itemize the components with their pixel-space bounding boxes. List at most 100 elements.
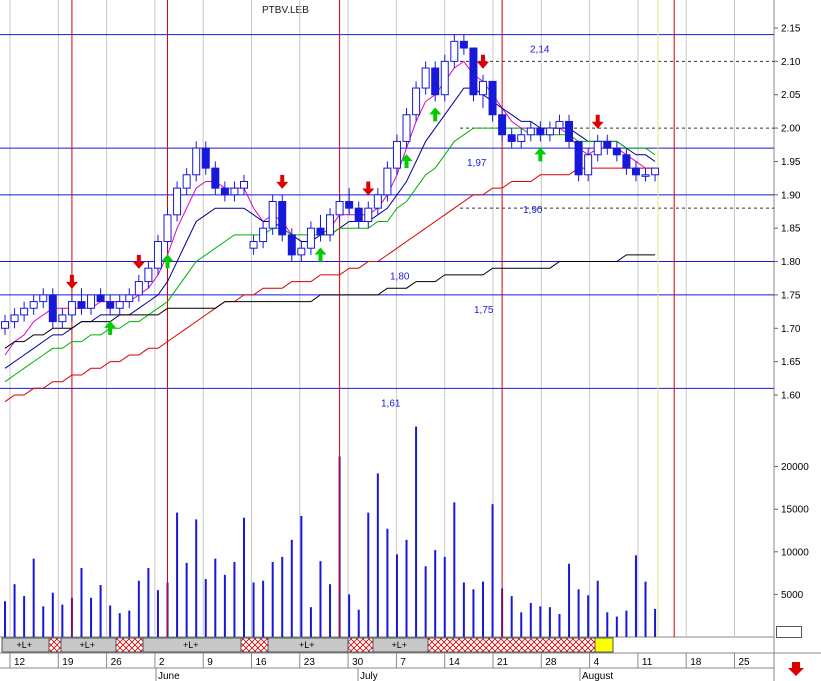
sell-arrow-shape <box>276 174 289 189</box>
month-label: July <box>360 671 378 681</box>
signal-verticals <box>71 0 675 637</box>
level-label: 1,61 <box>381 398 401 409</box>
sell-arrow-icon <box>362 181 375 196</box>
level-label: 2,14 <box>530 45 550 56</box>
strip-segment <box>240 637 269 653</box>
strip-segment <box>115 637 144 653</box>
month-label: June <box>158 671 180 681</box>
candle-body <box>392 140 401 169</box>
candle-body <box>87 294 96 309</box>
date-tick-label: 28 <box>545 657 557 668</box>
candle-body <box>201 147 210 169</box>
candle-body <box>192 147 201 176</box>
candle-body <box>545 127 554 136</box>
price-tick-label: 1.60 <box>781 391 801 402</box>
candle-body <box>469 47 478 96</box>
candle-body <box>20 307 29 316</box>
candle-body <box>574 140 583 176</box>
candle-body <box>326 214 335 236</box>
sell-arrow-shape <box>362 181 375 196</box>
candle-body <box>134 281 143 296</box>
date-tick-label: 16 <box>256 657 268 668</box>
candle-body <box>421 67 430 89</box>
candle-body <box>96 294 105 303</box>
candle-body <box>106 301 115 309</box>
candle-body <box>402 114 411 142</box>
chart-title: PTBV.LEB <box>262 5 309 16</box>
volume-tick-label: 20000 <box>781 462 809 473</box>
price-tick-label: 1.95 <box>781 157 801 168</box>
price-tick-label: 2.10 <box>781 57 801 68</box>
candle-body <box>459 40 468 49</box>
candle-body <box>488 80 497 116</box>
level-label: 1,80 <box>390 272 410 283</box>
price-tick-label: 2.00 <box>781 124 801 135</box>
candle-body <box>58 314 67 323</box>
candle-body <box>39 294 48 303</box>
candle-body <box>354 207 363 223</box>
price-tick-label: 1.65 <box>781 357 801 368</box>
candle-body <box>373 194 382 209</box>
volume-bars <box>4 426 657 637</box>
strip-label: +L+ <box>80 640 96 650</box>
date-tick-label: 14 <box>449 657 461 668</box>
sell-arrow-icon <box>276 174 289 189</box>
candle-body <box>383 167 392 196</box>
date-tick-label: 7 <box>400 657 406 668</box>
candle-body <box>77 301 86 309</box>
candle-body <box>125 294 134 303</box>
buy-arrow-shape <box>429 107 442 122</box>
candle-body <box>498 114 507 136</box>
strip-segment <box>427 637 596 653</box>
corner-box <box>776 626 802 638</box>
price-tick-label: 1.70 <box>781 324 801 335</box>
candle-body <box>163 214 172 243</box>
date-tick-label: 21 <box>497 657 509 668</box>
candle-body <box>48 294 57 323</box>
sell-arrow-shape <box>65 274 78 289</box>
candle-body <box>278 200 287 236</box>
candle-body <box>249 241 258 249</box>
price-tick-label: 1.80 <box>781 257 801 268</box>
date-tick-label: 30 <box>352 657 364 668</box>
candle-body <box>335 200 344 216</box>
date-tick-label: 9 <box>207 657 213 668</box>
date-tick-label: 25 <box>739 657 751 668</box>
volume-tick-label: 10000 <box>781 547 809 558</box>
candle-body <box>287 234 296 256</box>
candle-body <box>297 247 306 256</box>
strip-label: +L+ <box>299 640 315 650</box>
candle-body <box>316 227 325 236</box>
candle-body <box>268 200 277 229</box>
candle-body <box>144 267 153 283</box>
candle-body <box>220 187 229 196</box>
nav-arrow[interactable] <box>788 662 804 676</box>
buy-arrow-icon <box>429 107 442 122</box>
candle-body <box>345 200 354 209</box>
volume-tick-label: 5000 <box>781 590 804 601</box>
date-tick-label: 23 <box>304 657 316 668</box>
candle-body <box>603 140 612 149</box>
candle-body <box>641 174 650 177</box>
candle-body <box>240 180 248 189</box>
volume-tick-label: 15000 <box>781 505 809 516</box>
candle-body <box>555 120 564 129</box>
candle-body <box>440 60 449 96</box>
candle-body <box>450 40 459 62</box>
date-tick-label: 11 <box>642 657 653 668</box>
indicator-line <box>4 127 656 383</box>
price-tick-label: 2.15 <box>781 24 801 35</box>
price-volume-chart: PTBV.LEB 2,14 1,97 1,90 1,80 1,75 1,61 2.15 2.… <box>0 0 821 681</box>
level-label: 1,75 <box>474 305 494 316</box>
candle-body <box>364 207 373 223</box>
date-tick-label: 18 <box>690 657 702 668</box>
strip-segment <box>347 637 374 653</box>
strip-segment <box>48 637 62 653</box>
signal-strip: +L+ +L+ +L+ +L+ +L+ <box>1 637 614 653</box>
candle-body <box>431 67 440 96</box>
candle-body <box>306 227 315 249</box>
sell-arrow-shape <box>132 254 145 269</box>
date-tick-label: 2 <box>159 657 165 668</box>
price-tick-label: 2.05 <box>781 90 801 101</box>
candle-body <box>612 147 621 156</box>
